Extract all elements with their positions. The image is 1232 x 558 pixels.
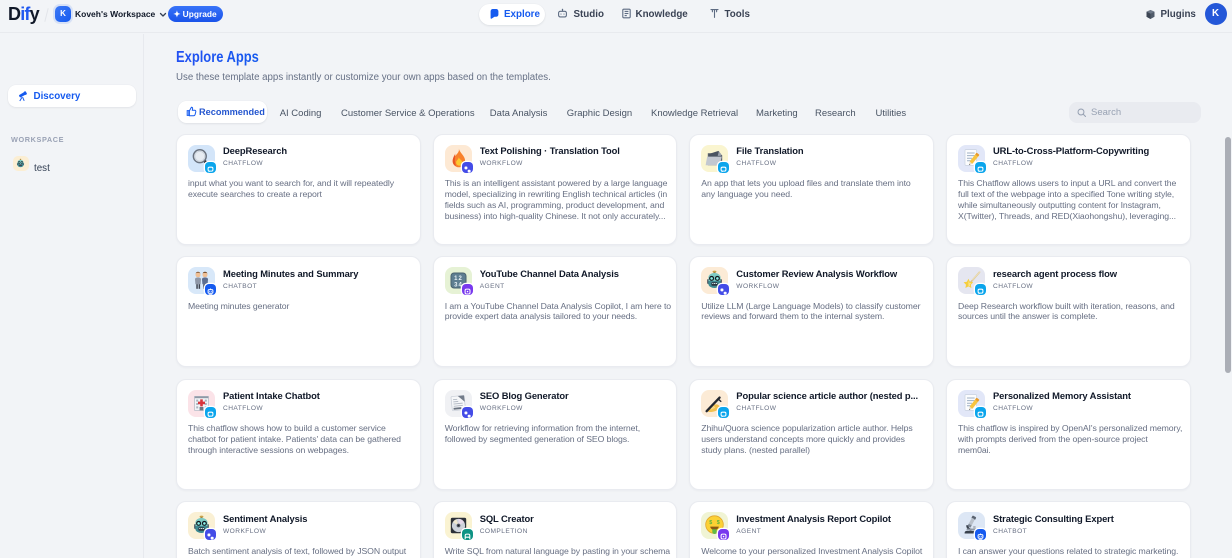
svg-text:12: 12 [454,276,463,282]
svg-text:$: $ [717,520,720,526]
svg-text:$: $ [710,520,713,526]
